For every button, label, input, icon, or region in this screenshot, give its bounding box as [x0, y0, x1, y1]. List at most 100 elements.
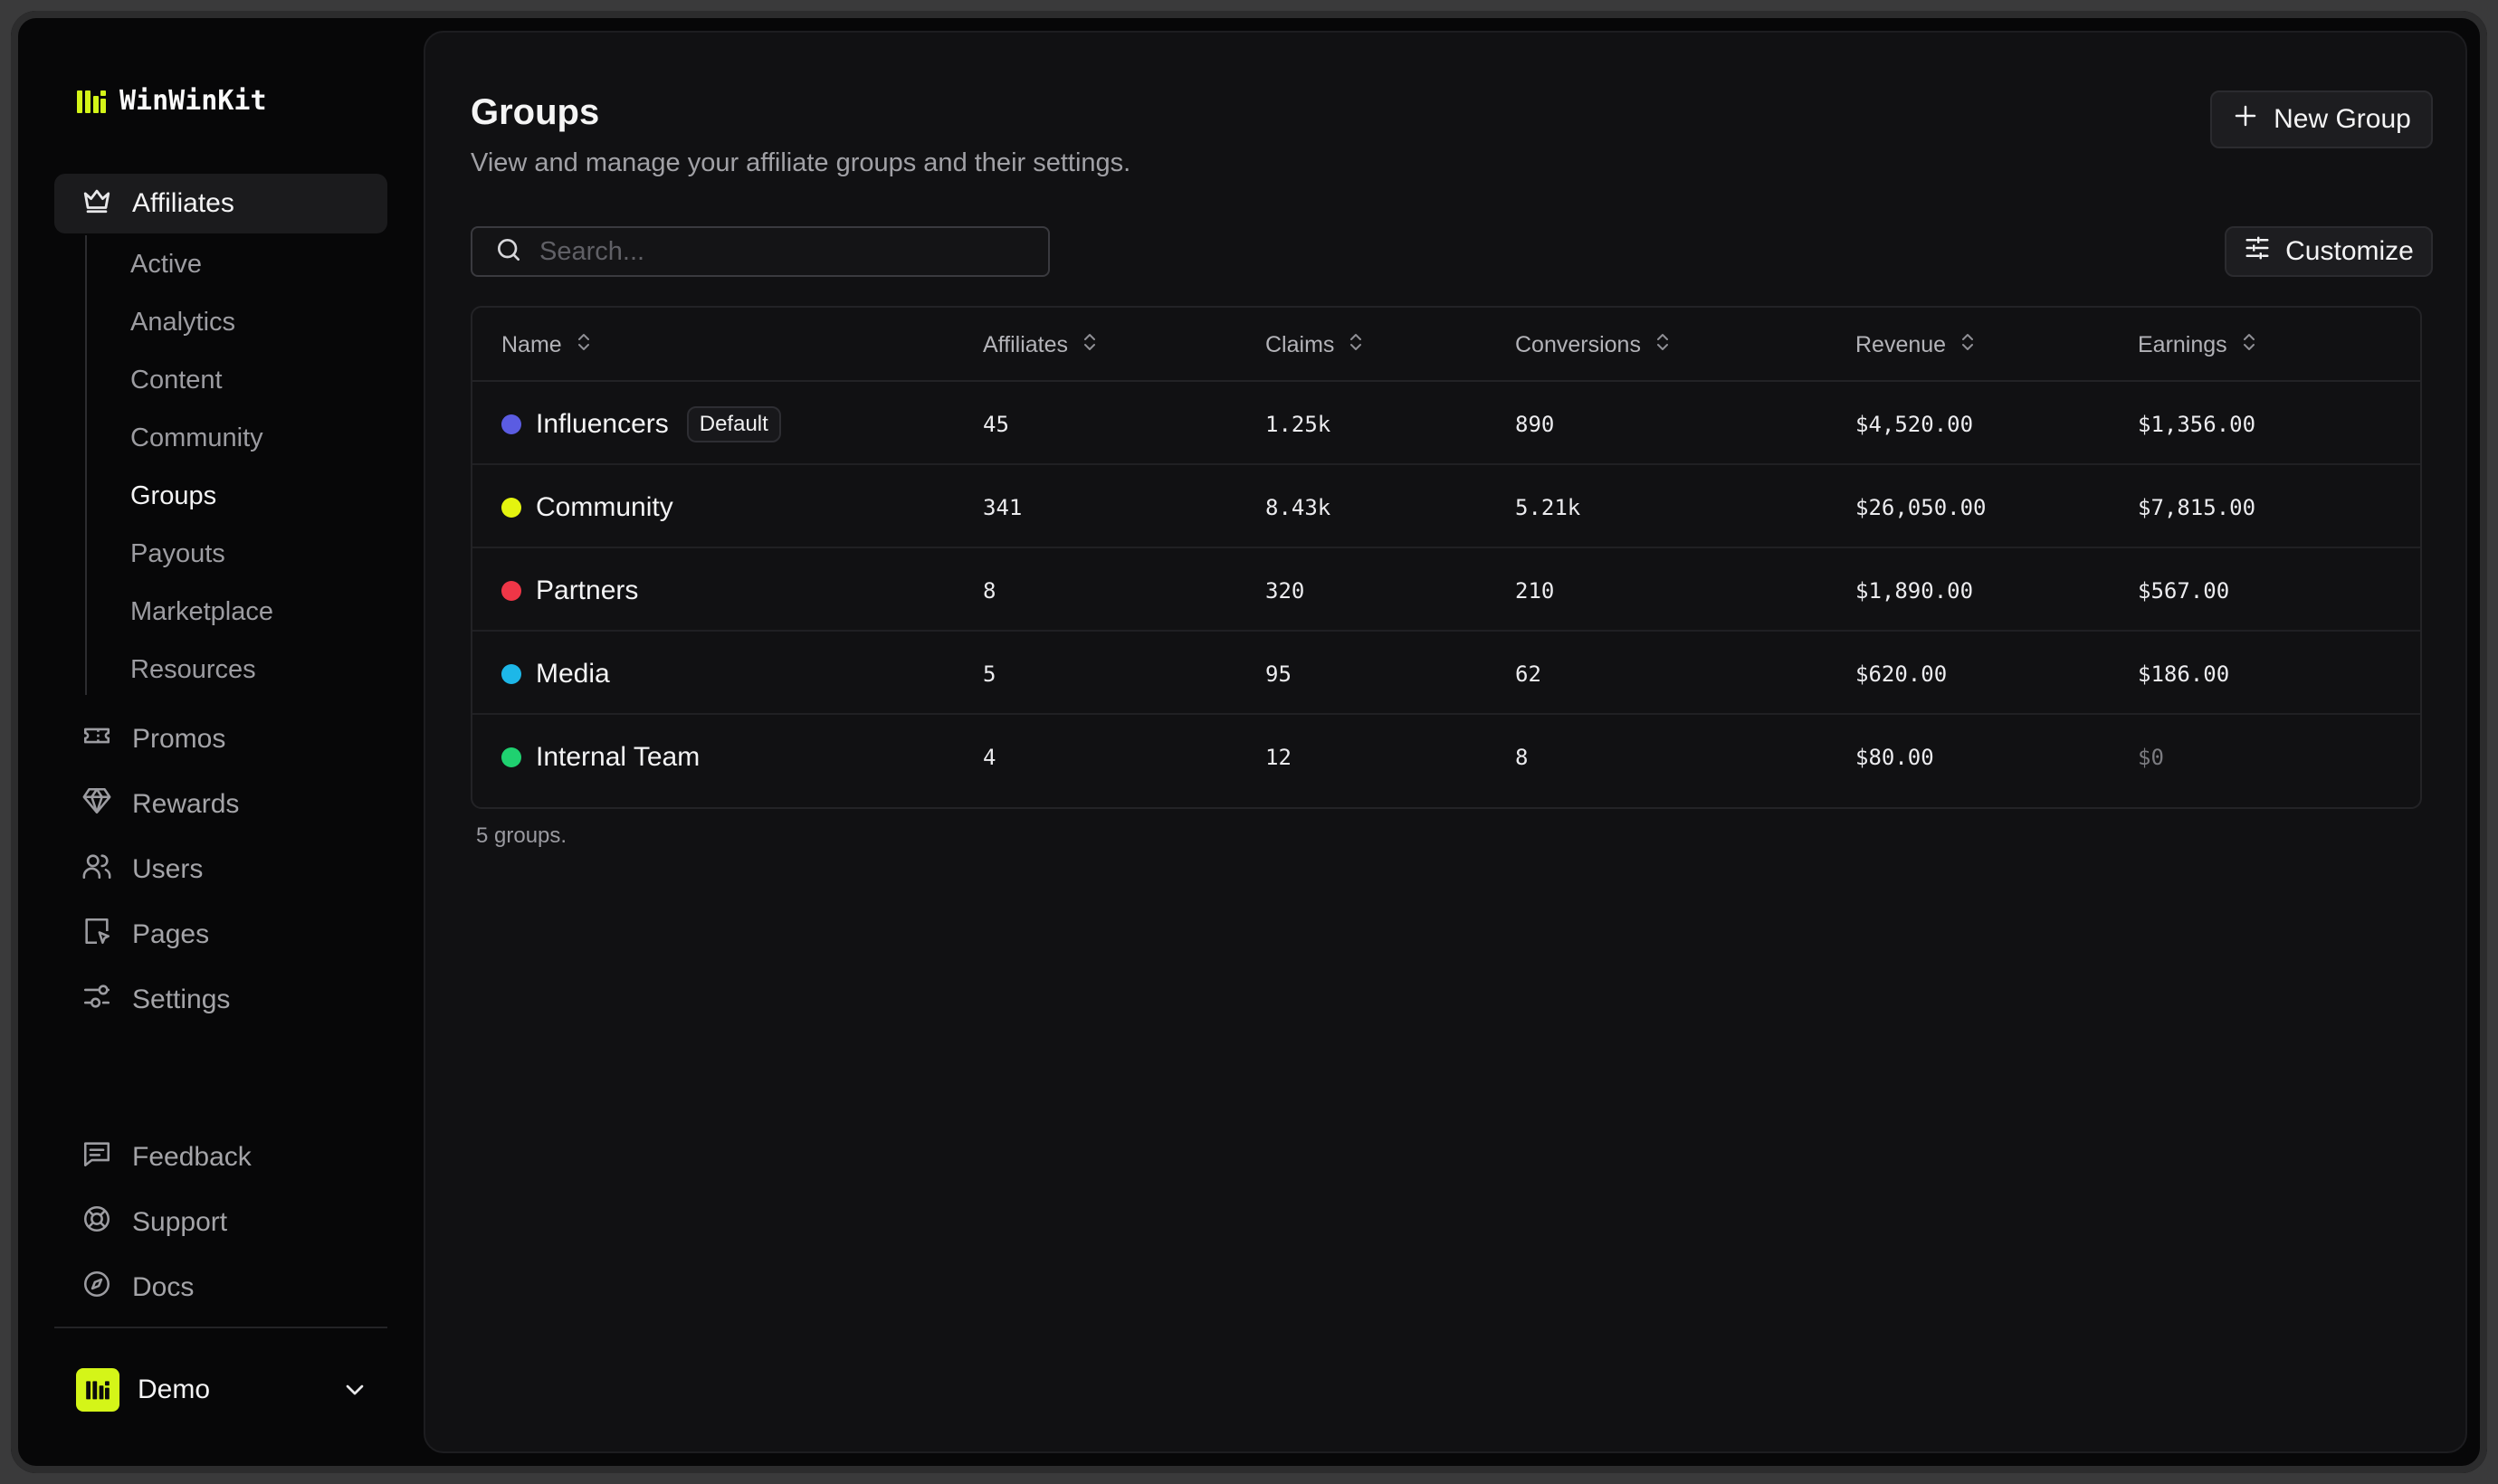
table-row[interactable]: Internal Team 4 12 8 $80.00 $0: [472, 717, 2420, 798]
sidebar: WinWinKit Affiliates Active Analytics Co…: [11, 11, 424, 1473]
table-header: Name Affiliates Claims Conversions Revenue Ea…: [472, 308, 2420, 382]
search-box[interactable]: [471, 226, 1050, 277]
group-name: Influencers: [536, 409, 669, 439]
search-input[interactable]: [539, 236, 1048, 267]
subnav-item-analytics[interactable]: Analytics: [130, 299, 235, 346]
cell-earnings: $1,356.00: [2138, 412, 2256, 437]
crown-icon: [81, 185, 112, 223]
table-row[interactable]: Influencers Default 45 1.25k 890 $4,520.00 $1,…: [472, 384, 2420, 465]
subnav-item-marketplace[interactable]: Marketplace: [130, 588, 273, 635]
group-name: Partners: [536, 576, 639, 605]
subnav-item-content[interactable]: Content: [130, 357, 223, 404]
sidebar-item-label: Feedback: [132, 1142, 252, 1172]
sidebar-item-settings[interactable]: Settings: [54, 970, 387, 1030]
column-header-label: Affiliates: [983, 331, 1069, 357]
sidebar-item-feedback[interactable]: Feedback: [54, 1127, 387, 1187]
table-row[interactable]: Media 5 95 62 $620.00 $186.00: [472, 633, 2420, 715]
compass-icon: [81, 1269, 112, 1307]
cell-claims: 12: [1265, 745, 1292, 770]
chevron-down-icon: [340, 1375, 369, 1404]
cell-revenue: $1,890.00: [1855, 578, 1974, 604]
column-header-label: Conversions: [1515, 331, 1641, 357]
cell-claims: 1.25k: [1265, 412, 1331, 437]
cell-affiliates: 5: [983, 661, 996, 687]
group-color-dot: [501, 498, 521, 518]
table-row[interactable]: Partners 8 320 210 $1,890.00 $567.00: [472, 550, 2420, 632]
group-color-dot: [501, 747, 521, 767]
cell-name: Internal Team: [501, 717, 700, 798]
group-name: Internal Team: [536, 742, 701, 772]
cell-conversions: 62: [1515, 661, 1541, 687]
column-header-affiliates[interactable]: Affiliates: [983, 308, 1101, 382]
sidebar-item-pages[interactable]: Pages: [54, 905, 387, 965]
sidebar-divider: [54, 1327, 387, 1328]
sort-icon: [1652, 331, 1673, 359]
sliders-icon: [81, 981, 112, 1019]
cell-affiliates: 45: [983, 412, 1009, 437]
brand-name: WinWinKit: [119, 85, 267, 117]
gem-icon: [81, 785, 112, 823]
column-header-revenue[interactable]: Revenue: [1855, 308, 1978, 382]
users-icon: [81, 851, 112, 889]
sidebar-item-docs[interactable]: Docs: [54, 1258, 387, 1318]
message-square-icon: [81, 1138, 112, 1176]
column-header-name[interactable]: Name: [501, 308, 595, 382]
sidebar-item-label: Docs: [132, 1272, 195, 1302]
subnav-item-community[interactable]: Community: [130, 414, 263, 461]
lifebuoy-icon: [81, 1203, 112, 1241]
cell-name: Partners: [501, 550, 638, 632]
sort-icon: [2238, 331, 2260, 359]
sidebar-item-promos[interactable]: Promos: [54, 709, 387, 769]
page-subtitle: View and manage your affiliate groups an…: [471, 148, 1131, 177]
column-header-claims[interactable]: Claims: [1265, 308, 1367, 382]
cell-revenue: $620.00: [1855, 661, 1948, 687]
winwinkit-logo-icon: [76, 88, 107, 115]
sidebar-item-rewards[interactable]: Rewards: [54, 775, 387, 834]
brand[interactable]: WinWinKit: [76, 85, 267, 117]
cell-conversions: 890: [1515, 412, 1555, 437]
workspace-name: Demo: [138, 1375, 211, 1404]
subnav-guide: [85, 235, 87, 695]
page-icon: [81, 916, 112, 954]
cell-revenue: $26,050.00: [1855, 495, 1987, 520]
sidebar-item-affiliates[interactable]: Affiliates: [54, 174, 387, 233]
new-group-button[interactable]: New Group: [2210, 90, 2433, 148]
cell-earnings: $0: [2138, 745, 2164, 770]
subnav-item-payouts[interactable]: Payouts: [130, 530, 225, 577]
column-header-label: Claims: [1265, 331, 1335, 357]
cell-revenue: $4,520.00: [1855, 412, 1974, 437]
cell-name: Community: [501, 467, 673, 548]
cell-claims: 95: [1265, 661, 1292, 687]
subnav-item-active[interactable]: Active: [130, 241, 202, 288]
table-row[interactable]: Community 341 8.43k 5.21k $26,050.00 $7,815.0…: [472, 467, 2420, 548]
workspace-logo-icon: [76, 1368, 119, 1412]
group-color-dot: [501, 414, 521, 434]
group-name: Community: [536, 492, 673, 522]
sidebar-item-label: Rewards: [132, 789, 240, 819]
customize-button[interactable]: Customize: [2225, 226, 2433, 277]
sidebar-item-label: Affiliates: [132, 188, 234, 218]
cell-affiliates: 8: [983, 578, 996, 604]
customize-label: Customize: [2285, 236, 2414, 266]
column-header-earnings[interactable]: Earnings: [2138, 308, 2260, 382]
workspace-switcher[interactable]: Demo: [54, 1354, 387, 1426]
sidebar-item-users[interactable]: Users: [54, 840, 387, 899]
sidebar-item-label: Promos: [132, 724, 226, 754]
subnav-item-resources[interactable]: Resources: [130, 646, 256, 693]
cell-affiliates: 341: [983, 495, 1023, 520]
main-panel: Groups View and manage your affiliate gr…: [424, 31, 2467, 1453]
sort-icon: [1345, 331, 1367, 359]
app-window: WinWinKit Affiliates Active Analytics Co…: [11, 11, 2487, 1473]
sidebar-item-support[interactable]: Support: [54, 1193, 387, 1252]
column-header-conversions[interactable]: Conversions: [1515, 308, 1673, 382]
cell-claims: 8.43k: [1265, 495, 1331, 520]
search-icon: [494, 235, 523, 269]
cell-conversions: 8: [1515, 745, 1529, 770]
cell-name: Influencers Default: [501, 384, 781, 465]
subnav-item-groups[interactable]: Groups: [130, 472, 216, 519]
column-header-label: Earnings: [2138, 331, 2227, 357]
sort-icon: [1079, 331, 1101, 359]
sort-icon: [573, 331, 595, 359]
cell-name: Media: [501, 633, 610, 715]
plus-icon: [2232, 102, 2259, 137]
